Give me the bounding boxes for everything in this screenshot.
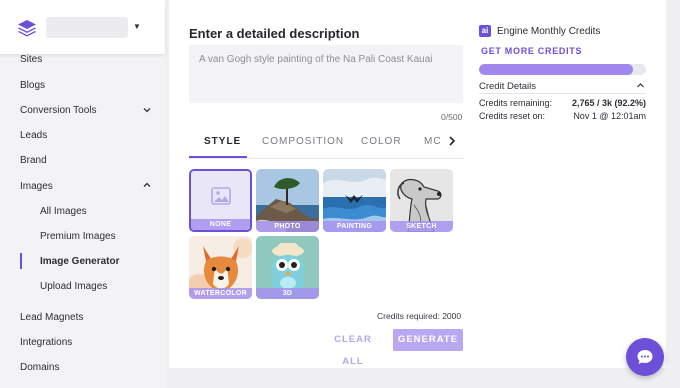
sidebar-subitem-premium-images[interactable]: Premium Images <box>40 231 116 242</box>
get-more-credits-link[interactable]: GET MORE CREDITS <box>481 46 582 56</box>
sidebar-item-domains[interactable]: Domains <box>20 362 59 373</box>
sidebar-item-integrations[interactable]: Integrations <box>20 337 72 348</box>
chevron-down-icon[interactable] <box>143 106 151 114</box>
chat-bubble-icon <box>637 350 653 364</box>
credits-reset-value: Nov 1 @ 12:01am <box>573 111 646 121</box>
style-label: PHOTO <box>256 221 319 232</box>
style-option-3d[interactable]: 3D <box>256 236 319 299</box>
character-counter: 0/500 <box>441 112 463 122</box>
style-option-painting[interactable]: PAINTING <box>323 169 386 232</box>
chevron-up-icon[interactable] <box>636 81 645 90</box>
credits-progress-bar <box>479 64 646 75</box>
sidebar-item-blogs[interactable]: Blogs <box>20 80 45 91</box>
credits-remaining-label: Credits remaining: <box>479 98 553 108</box>
divider <box>479 93 646 94</box>
style-option-photo[interactable]: PHOTO <box>256 169 319 232</box>
tab-style[interactable]: STYLE <box>204 136 241 147</box>
chevron-up-icon[interactable] <box>143 181 151 189</box>
style-option-none[interactable]: NONE <box>189 169 252 232</box>
style-label: SKETCH <box>390 221 453 232</box>
sidebar-item-lead-magnets[interactable]: Lead Magnets <box>20 312 83 323</box>
credits-progress-fill <box>479 64 633 75</box>
style-label: NONE <box>191 219 250 230</box>
style-label: 3D <box>256 288 319 299</box>
credits-remaining-value: 2,765 / 3k (92.2%) <box>571 98 646 108</box>
sidebar-item-brand[interactable]: Brand <box>20 155 47 166</box>
tab-more[interactable]: MC <box>424 136 442 147</box>
sidebar-subitem-all-images[interactable]: All Images <box>40 206 87 217</box>
tab-color[interactable]: COLOR <box>361 136 402 147</box>
ai-badge-icon: ai <box>479 25 491 37</box>
credits-title: Engine Monthly Credits <box>497 26 601 37</box>
tab-composition[interactable]: COMPOSITION <box>262 136 344 147</box>
site-header: ▼ <box>0 0 165 54</box>
style-option-sketch[interactable]: SKETCH <box>390 169 453 232</box>
credits-required: Credits required: 2000 <box>377 311 462 321</box>
layers-logo-icon[interactable] <box>17 19 37 37</box>
clear-all-button[interactable]: CLEAR ALL <box>325 329 381 367</box>
description-input[interactable]: A van Gogh style painting of the Na Pali… <box>189 45 463 103</box>
style-label: WATERCOLOR <box>189 288 252 299</box>
sidebar: ▼ Sites Blogs Conversion Tools Leads Bra… <box>0 0 165 388</box>
sidebar-subitem-image-generator[interactable]: Image Generator <box>40 256 119 267</box>
sidebar-item-sites[interactable]: Sites <box>20 54 42 65</box>
sidebar-subitem-upload-images[interactable]: Upload Images <box>40 281 107 292</box>
style-label: PAINTING <box>323 221 386 232</box>
generate-button[interactable]: GENERATE <box>393 329 463 351</box>
image-placeholder-icon <box>211 187 231 205</box>
caret-down-icon[interactable]: ▼ <box>133 22 141 31</box>
style-tabs: STYLE COMPOSITION COLOR MC <box>189 127 464 159</box>
image-generator-panel: Enter a detailed description A van Gogh … <box>169 0 666 368</box>
site-selector[interactable] <box>46 17 128 38</box>
description-title: Enter a detailed description <box>189 26 360 41</box>
sidebar-item-images[interactable]: Images <box>20 181 53 192</box>
description-placeholder: A van Gogh style painting of the Na Pali… <box>199 54 433 65</box>
credits-reset-label: Credits reset on: <box>479 111 546 121</box>
style-option-watercolor[interactable]: WATERCOLOR <box>189 236 252 299</box>
active-indicator <box>20 253 22 269</box>
active-tab-underline <box>189 156 247 158</box>
sidebar-item-conversion-tools[interactable]: Conversion Tools <box>20 105 97 116</box>
credit-details-title: Credit Details <box>479 81 537 92</box>
chevron-right-icon[interactable] <box>447 135 457 147</box>
chat-button[interactable] <box>626 338 664 376</box>
sidebar-item-leads[interactable]: Leads <box>20 130 47 141</box>
